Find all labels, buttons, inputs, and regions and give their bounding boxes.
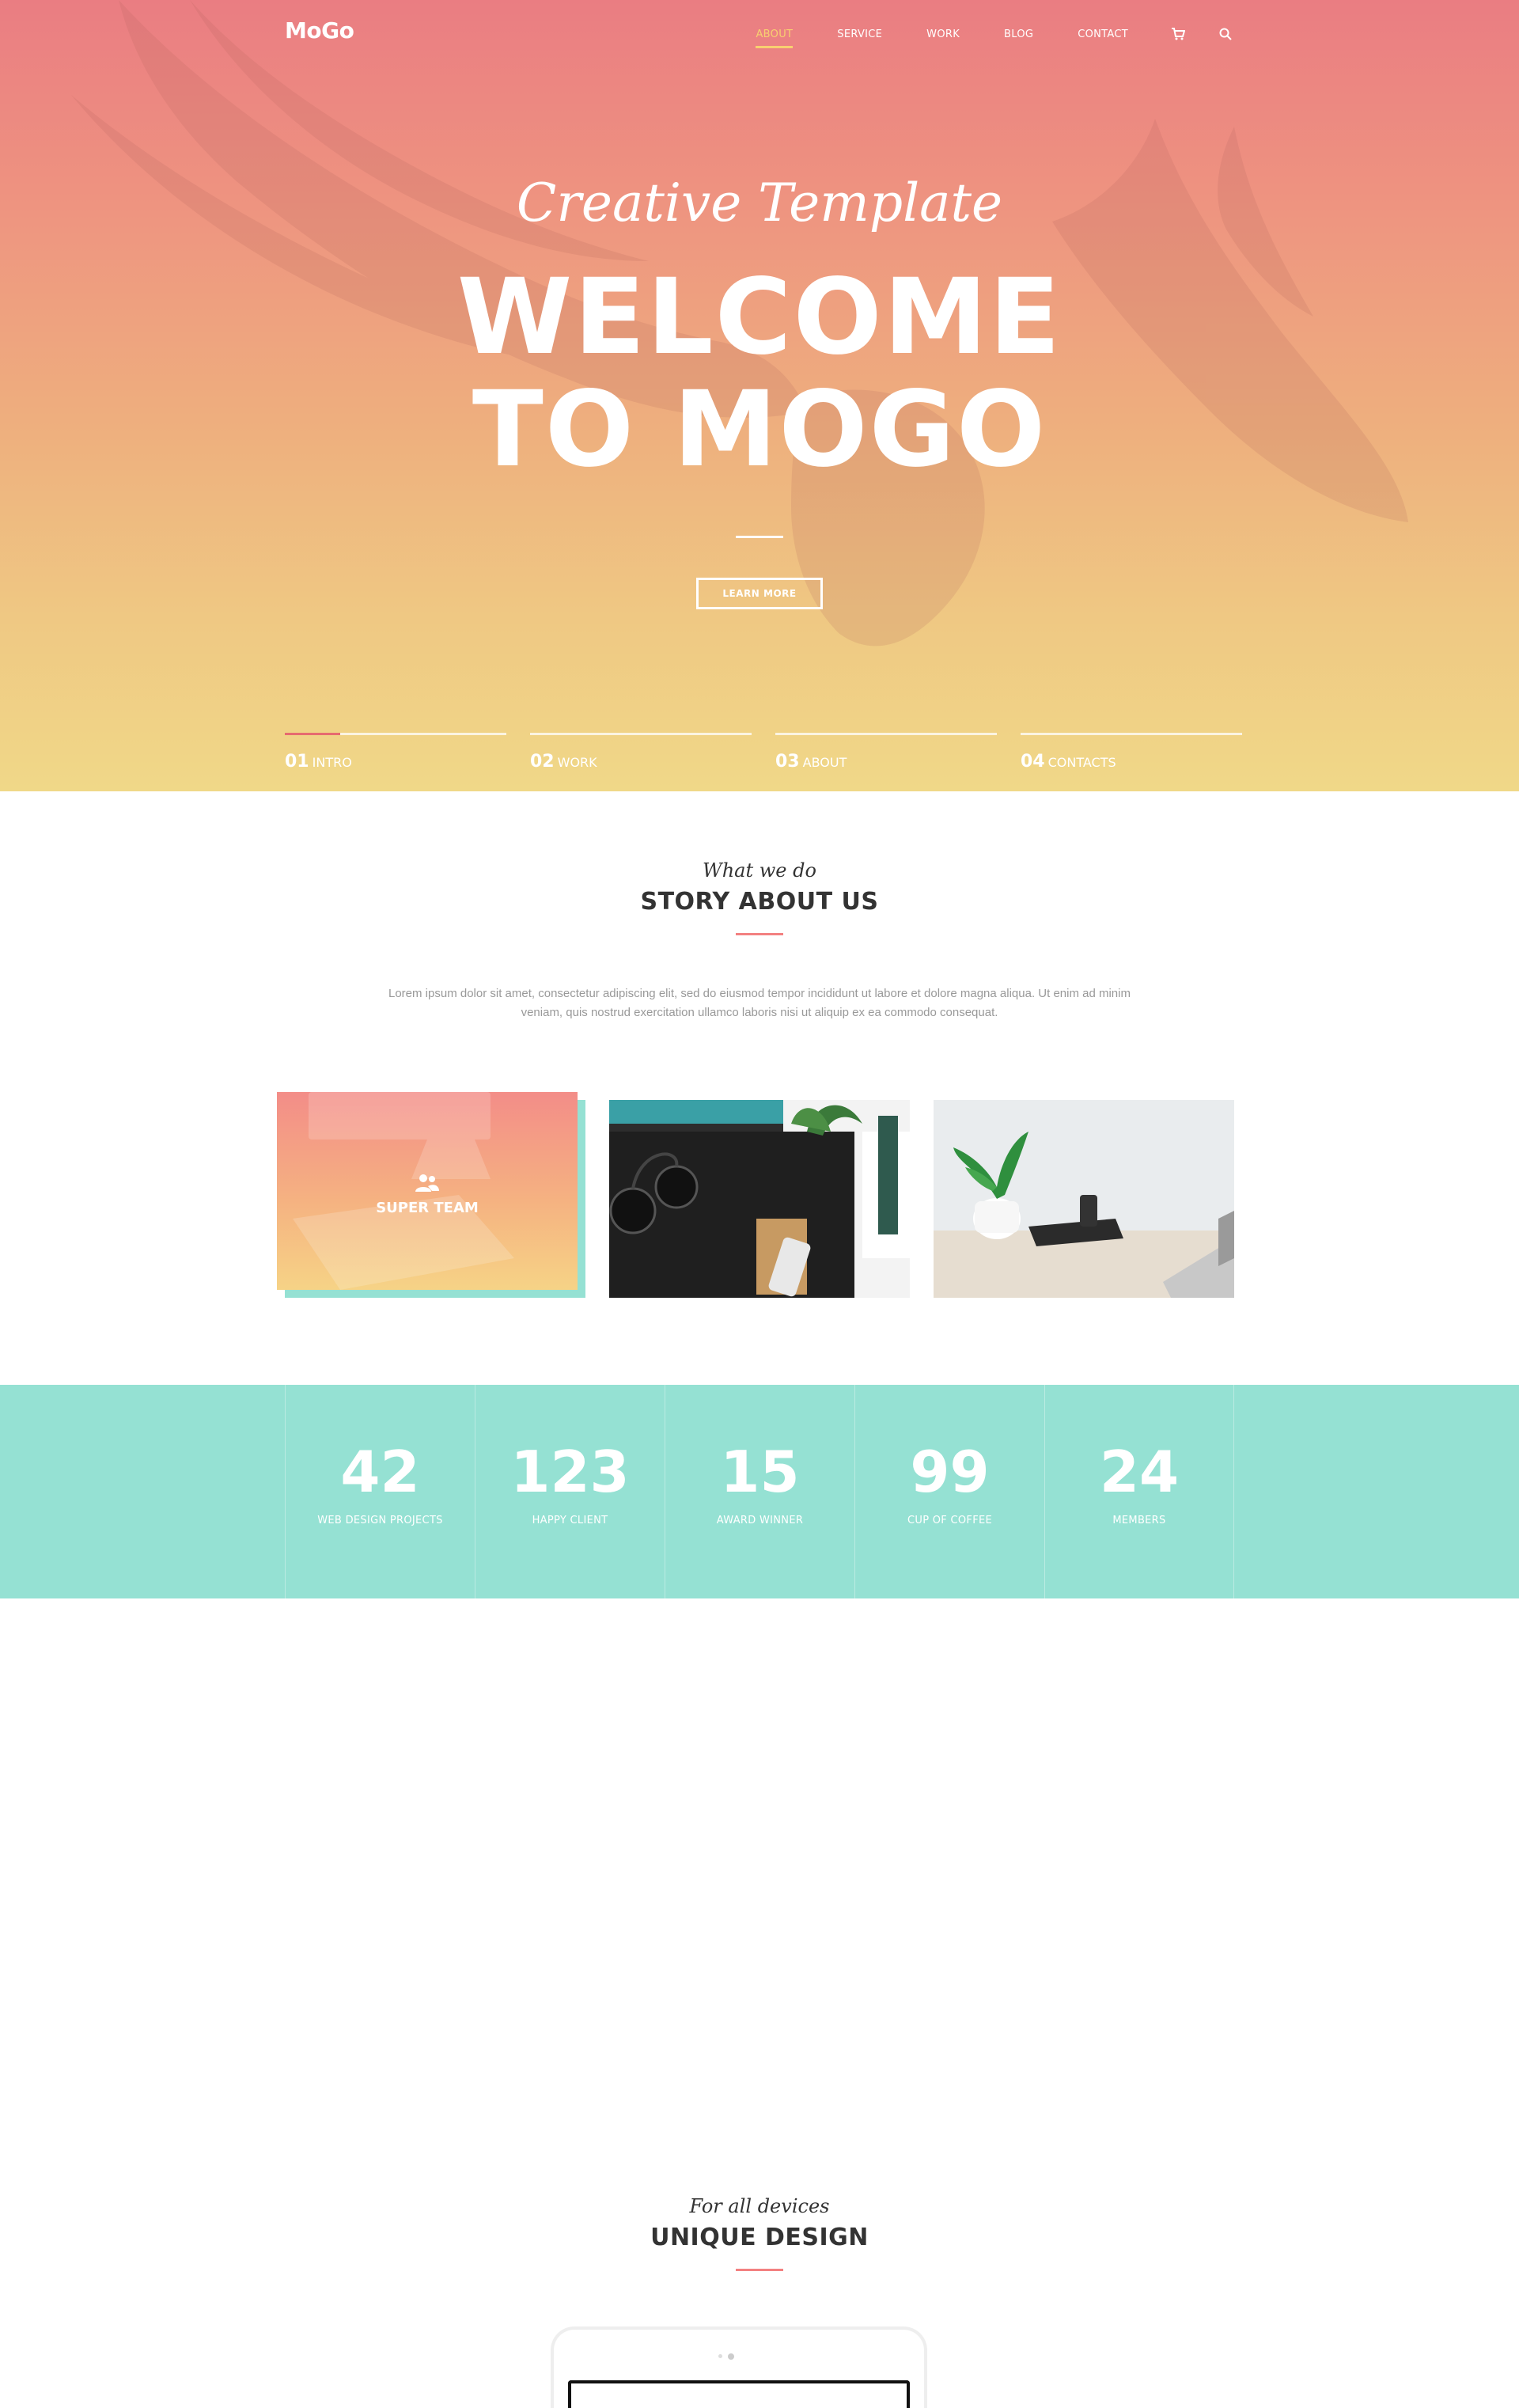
workspace-photo-plant[interactable] — [934, 1100, 1234, 1298]
slide-work[interactable]: 02 WORK — [530, 733, 752, 780]
slide-track — [530, 733, 752, 735]
main-nav: ABOUT SERVICE WORK BLOG CONTACT — [711, 25, 1234, 48]
slide-label: 02 WORK — [530, 752, 597, 772]
stat-label: AWARD WINNER — [716, 1515, 804, 1526]
slide-contacts[interactable]: 04 CONTACTS — [1021, 733, 1242, 780]
slide-progress — [285, 733, 340, 735]
slide-about[interactable]: 03 ABOUT — [775, 733, 997, 780]
slide-title: INTRO — [312, 755, 352, 770]
plant-desk-photo — [934, 1100, 1234, 1298]
stat-label: CUP OF COFFEE — [907, 1515, 992, 1526]
nav-contact[interactable]: CONTACT — [1078, 28, 1128, 40]
hero-title-line1: WELCOME — [456, 256, 1063, 378]
stat-award-winner: 15 AWARD WINNER — [665, 1385, 854, 1598]
headphones-photo — [609, 1100, 910, 1298]
stat-label: HAPPY CLIENT — [532, 1515, 608, 1526]
cart-icon[interactable] — [1169, 25, 1187, 43]
stat-value: 123 — [510, 1439, 630, 1505]
hero-divider — [736, 536, 783, 538]
slide-intro[interactable]: 01 INTRO — [285, 733, 506, 780]
design-kicker: For all devices — [689, 2195, 830, 2217]
stat-label: MEMBERS — [1112, 1515, 1166, 1526]
stat-label: WEB DESIGN PROJECTS — [317, 1515, 443, 1526]
nav-about[interactable]: ABOUT — [756, 28, 794, 48]
slide-number: 01 — [285, 752, 309, 772]
slide-number: 02 — [530, 752, 555, 772]
hero-subtitle: Creative Template — [516, 173, 1003, 233]
stat-cup-of-coffee: 99 CUP OF COFFEE — [854, 1385, 1044, 1598]
hero-section: MoGo ABOUT SERVICE WORK BLOG CONTACT Cre… — [0, 0, 1519, 791]
hero-slide-nav: 01 INTRO 02 WORK 03 ABOUT 04 CONTACTS — [285, 733, 1242, 780]
stat-value: 42 — [340, 1439, 420, 1505]
tablet-screen — [568, 2380, 910, 2408]
slide-track — [775, 733, 997, 735]
workspace-photo-headphones[interactable] — [609, 1100, 910, 1298]
slide-track — [1021, 733, 1242, 735]
slide-label: 03 ABOUT — [775, 752, 847, 772]
slide-label: 01 INTRO — [285, 752, 352, 772]
nav-blog[interactable]: BLOG — [1004, 28, 1033, 40]
stat-happy-client: 123 HAPPY CLIENT — [475, 1385, 665, 1598]
super-team-label: SUPER TEAM — [376, 1200, 479, 1216]
about-text: Lorem ipsum dolor sit amet, consectetur … — [388, 987, 1131, 1019]
super-team-card[interactable]: SUPER TEAM — [277, 1092, 578, 1290]
slide-number: 04 — [1021, 752, 1045, 772]
stat-value: 15 — [720, 1439, 800, 1505]
nav-service[interactable]: SERVICE — [837, 28, 882, 40]
tablet-device-image — [551, 2326, 927, 2408]
tablet-sensor — [718, 2354, 722, 2358]
design-divider — [736, 2269, 783, 2271]
slide-title: WORK — [557, 755, 597, 770]
hero-title-line2: TO MOGO — [472, 369, 1047, 491]
site-logo[interactable]: MoGo — [285, 17, 354, 44]
about-header: What we do STORY ABOUT US — [0, 859, 1519, 935]
users-icon — [415, 1174, 439, 1192]
design-title: UNIQUE DESIGN — [650, 2224, 869, 2251]
about-kicker: What we do — [703, 859, 816, 882]
tablet-camera — [728, 2353, 734, 2360]
learn-more-button[interactable]: LEARN MORE — [696, 578, 823, 609]
slide-label: 04 CONTACTS — [1021, 752, 1116, 772]
stats-section: 42 WEB DESIGN PROJECTS 123 HAPPY CLIENT … — [0, 1385, 1519, 1598]
slide-title: ABOUT — [802, 755, 847, 770]
hero-title: WELCOME TO MOGO — [0, 261, 1519, 486]
about-title: STORY ABOUT US — [640, 888, 879, 916]
slide-title: CONTACTS — [1047, 755, 1116, 770]
stat-members: 24 MEMBERS — [1044, 1385, 1234, 1598]
about-divider — [736, 933, 783, 935]
stat-value: 99 — [910, 1439, 990, 1505]
site-header: MoGo ABOUT SERVICE WORK BLOG CONTACT — [285, 17, 1234, 49]
stat-value: 24 — [1099, 1439, 1180, 1505]
stat-web-design-projects: 42 WEB DESIGN PROJECTS — [285, 1385, 475, 1598]
nav-work[interactable]: WORK — [926, 28, 960, 40]
design-header: For all devices UNIQUE DESIGN — [0, 2195, 1519, 2271]
slide-number: 03 — [775, 752, 800, 772]
search-icon[interactable] — [1217, 25, 1234, 43]
